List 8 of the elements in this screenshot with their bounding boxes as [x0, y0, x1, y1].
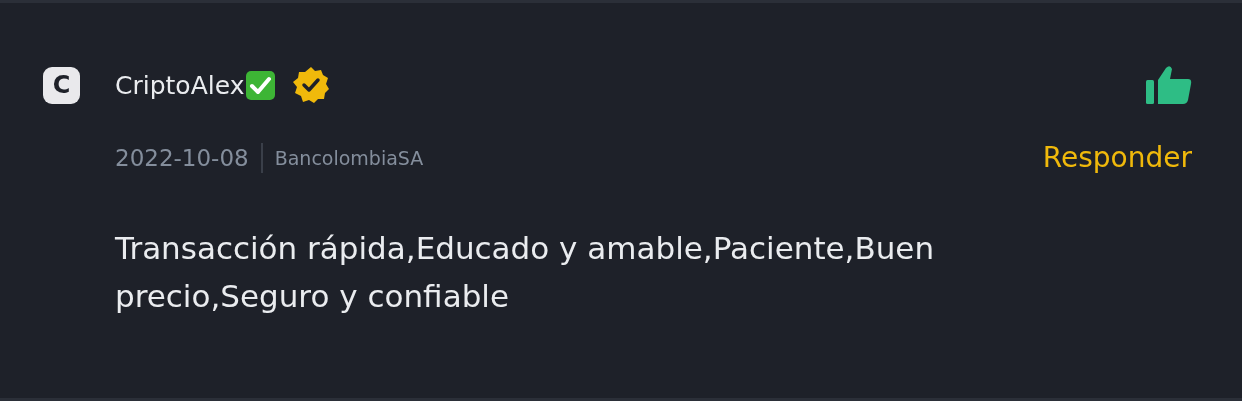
- check-mark-icon: [246, 70, 276, 100]
- reply-link[interactable]: Responder: [1042, 141, 1192, 174]
- payment-method: BancolombiaSA: [274, 146, 424, 169]
- user-avatar: C: [43, 66, 80, 104]
- user-name: CriptoAlex: [115, 70, 245, 100]
- review-comment: Transacción rápida,Educado y amable,Paciente,Buen precio,Seguro y confiable: [115, 229, 936, 316]
- verified-badge-icon: [292, 66, 331, 104]
- review-date: 2022-10-08: [115, 144, 249, 171]
